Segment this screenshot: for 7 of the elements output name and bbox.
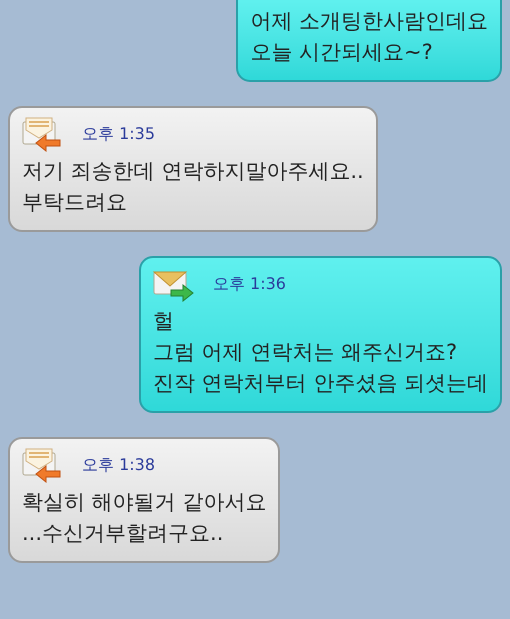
message-text: 어제 소개팅한사람인데요 오늘 시간되세요~?: [250, 8, 488, 66]
message-text: 확실히 해야될거 같아서요 ...수신거부할려구요..: [22, 489, 266, 547]
message-text: 저기 죄송한데 연락하지말아주세요.. 부탁드려요: [22, 158, 364, 216]
message-text: 헐 그럼 어제 연락처는 왜주신거죠? 진작 연락처부터 안주셨음 되셧는데: [152, 308, 488, 397]
message-time: 오후 1:38: [82, 454, 156, 476]
message-time: 오후 1:35: [82, 123, 156, 145]
message-time: 오후 1:36: [212, 273, 286, 295]
